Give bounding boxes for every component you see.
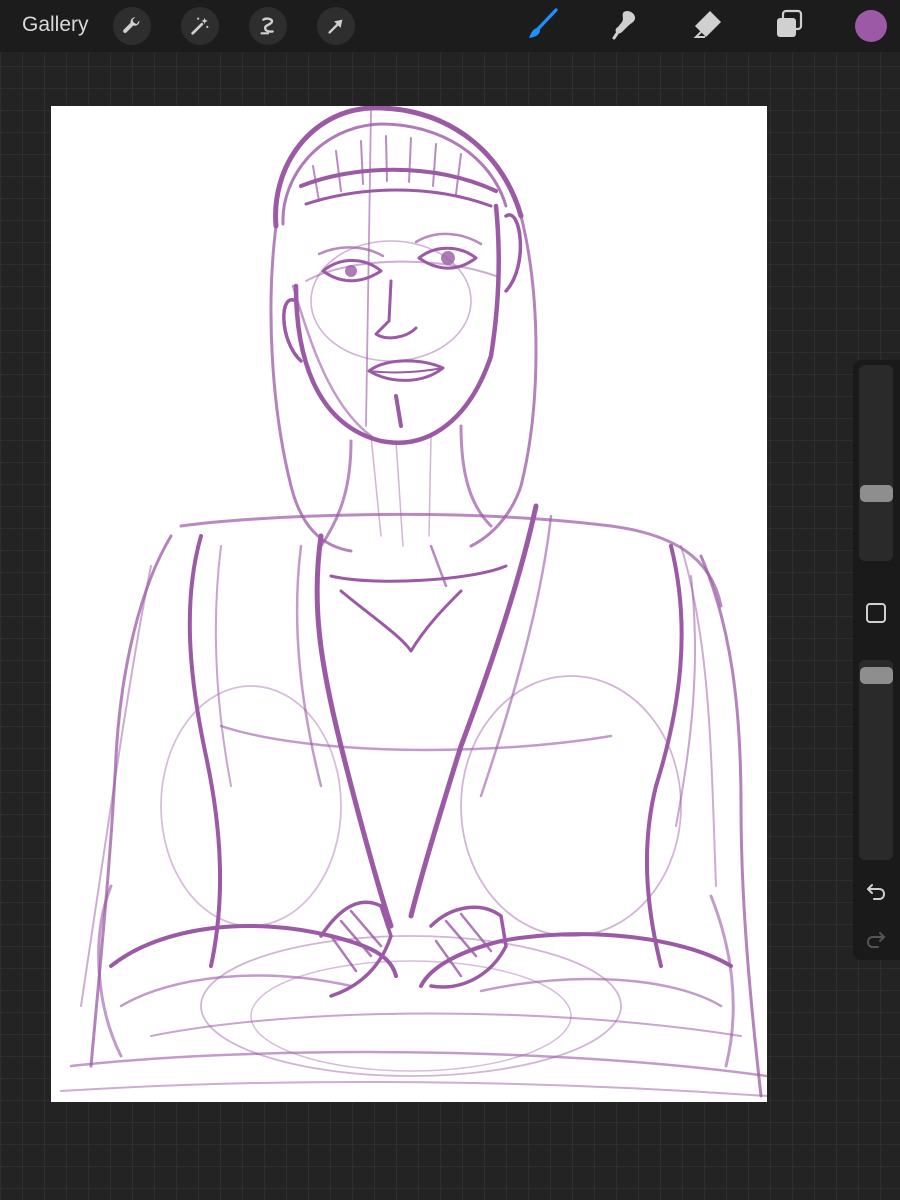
transform-button[interactable] xyxy=(317,7,355,45)
color-picker-button[interactable] xyxy=(855,10,887,42)
actions-button[interactable] xyxy=(113,7,151,45)
eraser-icon xyxy=(690,7,724,46)
top-toolbar: Gallery xyxy=(0,0,900,52)
brush-opacity-thumb[interactable] xyxy=(860,667,893,684)
wrench-icon xyxy=(121,15,143,37)
brush-size-slider[interactable] xyxy=(859,365,893,561)
brush-tool[interactable] xyxy=(525,7,561,46)
brush-size-thumb[interactable] xyxy=(860,485,893,502)
redo-button[interactable] xyxy=(864,927,888,951)
selection-button[interactable] xyxy=(249,7,287,45)
layers-tool[interactable] xyxy=(771,8,807,44)
transform-arrow-icon xyxy=(325,15,347,37)
brush-sidebar xyxy=(853,360,900,960)
layers-icon xyxy=(773,8,805,45)
drawing-canvas[interactable] xyxy=(51,106,767,1102)
undo-button[interactable] xyxy=(864,879,888,903)
smudge-tool[interactable] xyxy=(607,8,643,44)
selection-icon xyxy=(257,15,279,37)
sketch-artwork xyxy=(60,106,767,1098)
adjustments-button[interactable] xyxy=(181,7,219,45)
brush-icon xyxy=(526,7,560,46)
smudge-icon xyxy=(609,8,641,45)
brush-opacity-slider[interactable] xyxy=(859,660,893,860)
eraser-tool[interactable] xyxy=(689,8,725,44)
magic-wand-icon xyxy=(189,15,211,37)
modify-button[interactable] xyxy=(866,603,886,623)
redo-icon xyxy=(864,932,888,955)
gallery-button[interactable]: Gallery xyxy=(22,13,89,37)
undo-icon xyxy=(864,884,888,907)
